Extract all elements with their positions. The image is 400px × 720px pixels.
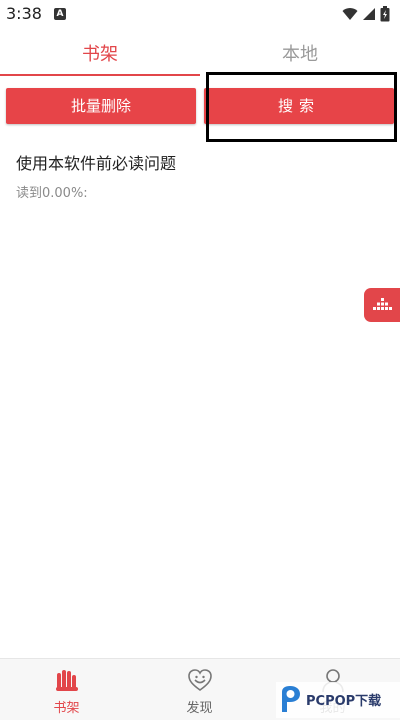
book-title: 使用本软件前必读问题 bbox=[16, 154, 177, 173]
pcpop-watermark: PCPOP下载 bbox=[276, 682, 400, 718]
top-tabs: 书架 本地 bbox=[0, 30, 400, 76]
watermark-text: PCPOP下载 bbox=[306, 694, 382, 709]
notification-a-icon: A bbox=[54, 8, 66, 20]
nav-item-discover[interactable]: 发现 bbox=[133, 659, 266, 720]
tab-local[interactable]: 本地 bbox=[200, 40, 400, 66]
grid-dots-icon bbox=[373, 298, 392, 310]
status-bar: 3:38 A bbox=[0, 0, 400, 30]
wifi-icon bbox=[342, 8, 358, 20]
floating-menu-button[interactable] bbox=[364, 288, 400, 322]
book-progress: 读到0.00%: bbox=[16, 186, 88, 201]
pcpop-logo-icon bbox=[282, 686, 300, 712]
book-list-item[interactable]: 使用本软件前必读问题 读到0.00%: bbox=[0, 144, 400, 208]
nav-label-bookshelf: 书架 bbox=[53, 701, 80, 716]
status-indicators bbox=[342, 6, 390, 22]
battery-icon bbox=[380, 6, 390, 22]
tab-bookshelf[interactable]: 书架 bbox=[0, 40, 200, 66]
batch-delete-button[interactable]: 批量删除 bbox=[6, 88, 196, 124]
signal-icon bbox=[363, 8, 375, 20]
bookshelf-icon bbox=[55, 670, 78, 691]
active-tab-indicator bbox=[0, 74, 200, 76]
nav-item-bookshelf[interactable]: 书架 bbox=[0, 659, 133, 720]
status-time: 3:38 bbox=[6, 4, 42, 23]
app-screen: 3:38 A 书架 本地 批量删除 搜索 使用本软件前必读问题 读到0.00%: bbox=[0, 0, 400, 720]
search-button[interactable]: 搜索 bbox=[204, 88, 394, 124]
discover-icon bbox=[187, 669, 212, 691]
nav-label-discover: 发现 bbox=[186, 701, 213, 716]
